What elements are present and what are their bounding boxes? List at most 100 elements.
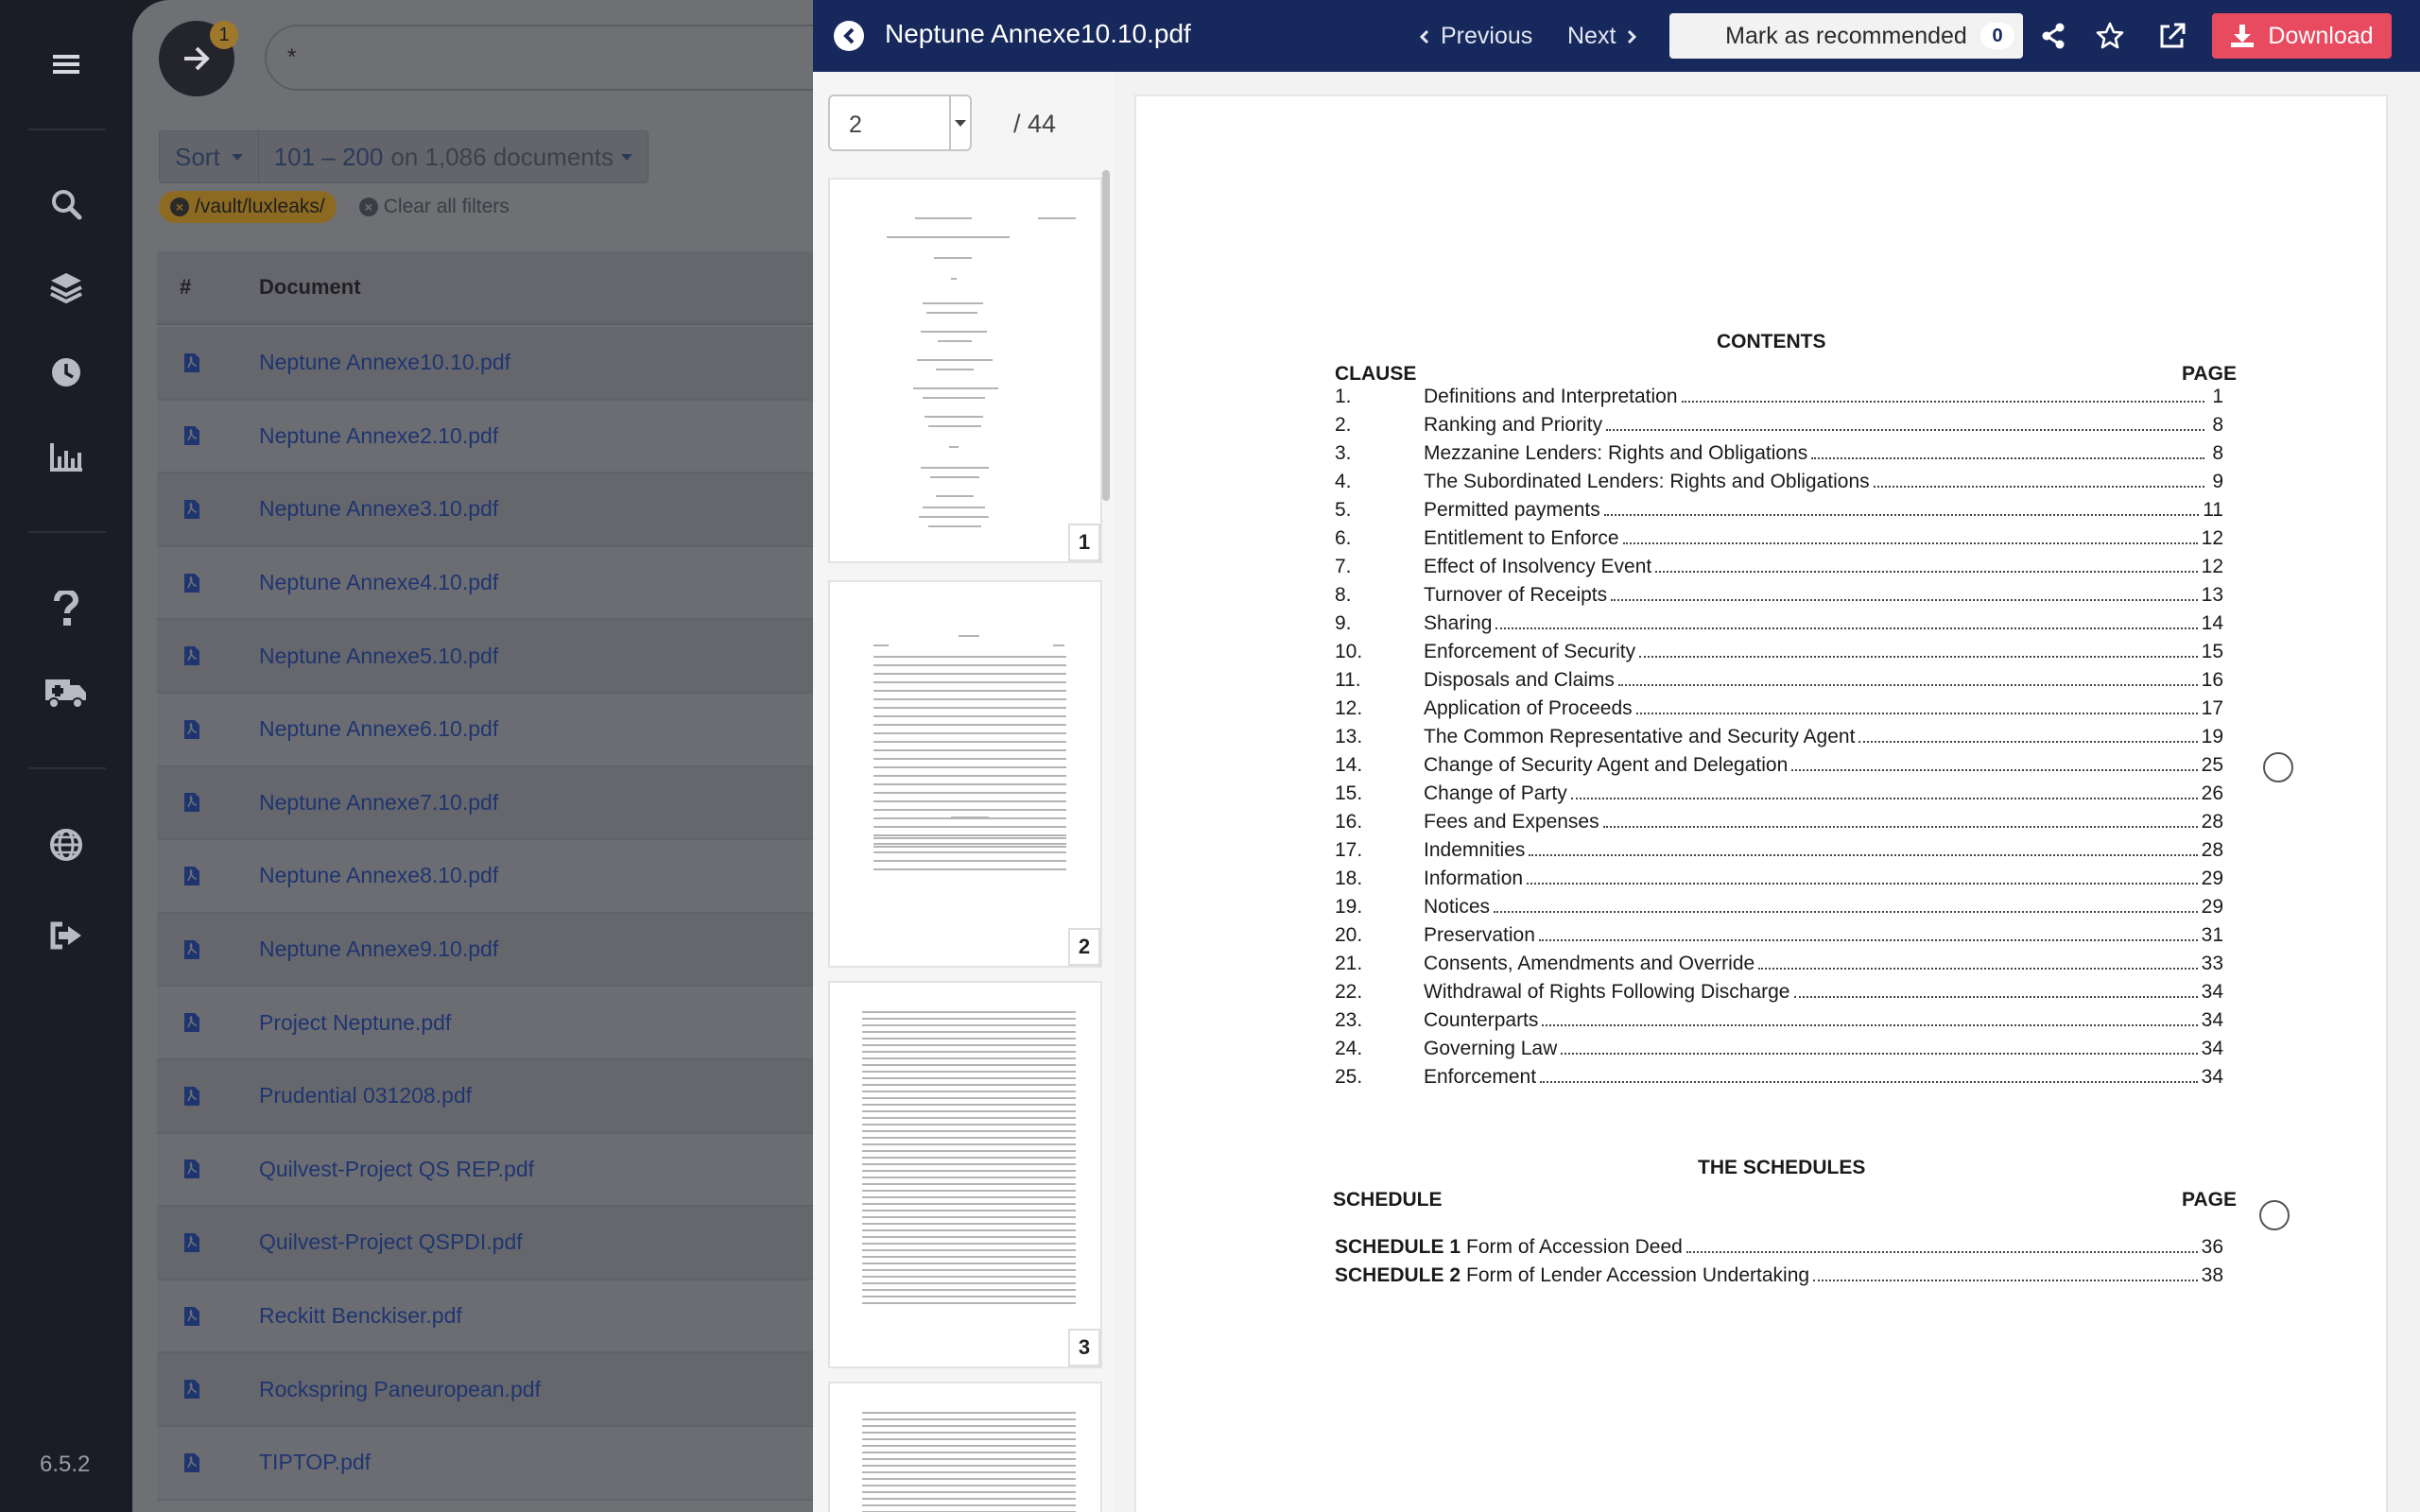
help-icon[interactable] [43, 586, 89, 631]
back-button[interactable] [834, 21, 864, 51]
table-row[interactable]: Rockspring Paneuropean.pdf [157, 1353, 813, 1427]
toc-row: 10. Enforcement of Security 15 [1335, 641, 2223, 669]
page-thumbnail[interactable]: 1 [828, 178, 1102, 563]
toc-leader [1602, 813, 2198, 828]
clause-column-label: CLAUSE [1335, 363, 1417, 385]
table-row[interactable]: Neptune Annexe6.10.pdf [157, 693, 813, 767]
toc-number: 22. [1335, 981, 1363, 1003]
search-input[interactable] [265, 25, 813, 91]
toc-title: Turnover of Receipts [1424, 584, 1608, 606]
toc-row: 12. Application of Proceeds 17 [1335, 697, 2223, 726]
document-link[interactable]: Neptune Annexe10.10.pdf [259, 350, 510, 375]
toc-row: 16. Fees and Expenses 28 [1335, 811, 2223, 839]
document-link[interactable]: Neptune Annexe7.10.pdf [259, 790, 498, 816]
search-results-panel: 1 Sort 101 – 200 on 1,086 documents × /v… [132, 0, 813, 1512]
search-icon[interactable] [43, 181, 89, 227]
document-link[interactable]: Neptune Annexe3.10.pdf [259, 496, 498, 522]
toc-leader [1791, 756, 2198, 771]
pagination-range-button[interactable]: 101 – 200 on 1,086 documents [258, 130, 648, 183]
toc-row: 20. Preservation 31 [1335, 924, 2223, 953]
table-row[interactable]: Quilvest-Project QS REP.pdf [157, 1133, 813, 1208]
chevron-right-icon [1628, 29, 1637, 43]
toc-title: Withdrawal of Rights Following Discharge [1424, 981, 1790, 1003]
toc-row: 22. Withdrawal of Rights Following Discha… [1335, 981, 2223, 1009]
chart-icon[interactable] [43, 435, 89, 480]
document-link[interactable]: Reckitt Benckiser.pdf [259, 1303, 462, 1329]
document-link[interactable]: Quilvest-Project QS REP.pdf [259, 1157, 534, 1182]
thumbnail-scrollbar[interactable] [1102, 170, 1110, 501]
toc-title: Consents, Amendments and Override [1424, 953, 1755, 974]
column-document[interactable]: Document [259, 275, 361, 300]
globe-icon[interactable] [43, 822, 89, 868]
mark-recommended-button[interactable]: Mark as recommended [1669, 13, 2023, 59]
toc-title: Governing Law [1424, 1038, 1558, 1059]
document-link[interactable]: Prudential 031208.pdf [259, 1083, 472, 1108]
clear-filters-button[interactable]: × Clear all filters [358, 196, 510, 218]
document-link[interactable]: Neptune Annexe5.10.pdf [259, 644, 498, 669]
document-link[interactable]: Neptune Annexe8.10.pdf [259, 863, 498, 888]
share-icon[interactable] [2036, 19, 2070, 53]
next-button[interactable]: Next [1567, 23, 1637, 50]
layers-icon[interactable] [43, 265, 89, 310]
toc-number: 11. [1335, 669, 1361, 691]
path-filter-chip[interactable]: × /vault/luxleaks/ [159, 191, 337, 223]
toc-row: 15. Change of Party 26 [1335, 782, 2223, 811]
table-row[interactable]: Neptune Annexe2.10.pdf [157, 400, 813, 474]
document-link[interactable]: Neptune Annexe2.10.pdf [259, 423, 498, 449]
page-thumbnail[interactable]: 2 [828, 580, 1102, 968]
table-row[interactable]: Neptune Annexe8.10.pdf [157, 840, 813, 914]
table-row[interactable]: Project Neptune.pdf [157, 987, 813, 1060]
toc-number: 8. [1335, 584, 1352, 606]
scan-mark [2263, 752, 2293, 782]
toc-leader [1540, 1068, 2198, 1083]
table-row[interactable]: Neptune Annexe3.10.pdf [157, 473, 813, 547]
truck-icon[interactable] [43, 671, 89, 716]
remove-filter-icon[interactable]: × [170, 198, 189, 216]
document-link[interactable]: Neptune Annexe4.10.pdf [259, 570, 498, 595]
page-thumbnail[interactable] [828, 1382, 1102, 1512]
document-link[interactable]: Neptune Annexe6.10.pdf [259, 716, 498, 742]
logout-icon[interactable] [43, 913, 89, 958]
table-row[interactable]: Neptune Annexe4.10.pdf [157, 546, 813, 621]
document-link[interactable]: TIPTOP.pdf [259, 1450, 371, 1475]
document-link[interactable]: Project Neptune.pdf [259, 1010, 451, 1036]
page-thumbnail[interactable]: 3 [828, 981, 1102, 1368]
table-row[interactable]: Neptune Annexe7.10.pdf [157, 766, 813, 841]
sort-button[interactable]: Sort [159, 130, 259, 183]
chevron-down-icon [231, 153, 243, 161]
toc-page: 8 [2212, 442, 2223, 464]
toc-number: 12. [1335, 697, 1363, 719]
table-row[interactable]: TIPTOP.pdf [157, 1426, 813, 1501]
toc-number: 4. [1335, 471, 1352, 492]
table-row[interactable]: Prudential 031208.pdf [157, 1059, 813, 1134]
toc-number: 19. [1335, 896, 1363, 918]
menu-icon[interactable] [43, 42, 89, 87]
download-button[interactable]: Download [2212, 13, 2392, 59]
document-link[interactable]: Quilvest-Project QSPDI.pdf [259, 1229, 523, 1255]
toc-title: Permitted payments [1424, 499, 1600, 521]
table-row[interactable]: Neptune Annexe10.10.pdf [157, 327, 813, 401]
toc-row: 17. Indemnities 28 [1335, 839, 2223, 868]
external-link-icon[interactable] [2155, 19, 2189, 53]
history-icon[interactable] [43, 350, 89, 395]
previous-button[interactable]: Previous [1420, 23, 1532, 50]
table-row[interactable]: Reckitt Benckiser.pdf [157, 1280, 813, 1354]
table-row[interactable]: Neptune Annexe5.10.pdf [157, 620, 813, 694]
document-page-area[interactable]: CONTENTS CLAUSE PAGE 1. Definitions and I… [1114, 72, 2420, 1512]
caret-down-icon[interactable] [949, 96, 970, 149]
toc-leader [1495, 614, 2198, 629]
toc-number: 5. [1335, 499, 1352, 521]
toc-leader [1494, 898, 2198, 913]
document-link[interactable]: Rockspring Paneuropean.pdf [259, 1377, 541, 1402]
toc-number: 18. [1335, 868, 1363, 889]
star-icon[interactable] [2093, 19, 2127, 53]
toc-number: 17. [1335, 839, 1363, 861]
pdf-file-icon [157, 352, 259, 373]
schedule-row: SCHEDULE 2 Form of Lender Accession Under… [1335, 1264, 2223, 1293]
table-row[interactable]: Quilvest-Project QSPDI.pdf [157, 1207, 813, 1280]
document-link[interactable]: Neptune Annexe9.10.pdf [259, 936, 498, 962]
page-number-select[interactable]: 2 [828, 94, 972, 151]
download-label: Download [2268, 22, 2374, 49]
table-row[interactable]: Neptune Annexe9.10.pdf [157, 913, 813, 988]
toc-row: 11. Disposals and Claims 16 [1335, 669, 2223, 697]
